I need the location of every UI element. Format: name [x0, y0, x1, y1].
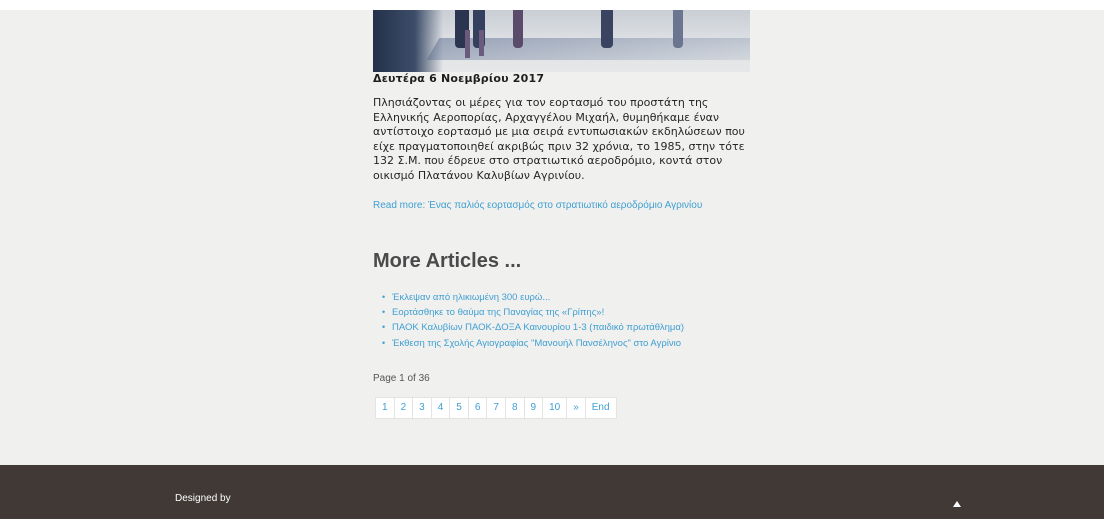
article-body: Πλησιάζοντας οι μέρες για τον εορτασμό τ…	[373, 96, 745, 182]
page-link-3[interactable]: 3	[413, 397, 432, 419]
list-item: • Έκλεψαν από ηλικιωμένη 300 ευρώ...	[382, 290, 684, 305]
designed-by-text: Designed by	[175, 493, 231, 504]
more-article-link[interactable]: ΠΑΟΚ Καλυβίων ΠΑΟΚ-ΔΟΞΑ Καινουρίου 1-3 (…	[392, 322, 684, 333]
image-figure	[601, 10, 613, 48]
page-link-10[interactable]: 10	[543, 397, 568, 419]
more-article-link[interactable]: Έκθεση της Σχολής Αγιογραφίας "Μανουήλ Π…	[392, 338, 681, 349]
caret-up-icon[interactable]	[952, 495, 962, 507]
image-shade	[373, 10, 443, 72]
bullet-icon: •	[382, 307, 386, 318]
more-article-link[interactable]: Εορτάσθηκε το θαύμα της Παναγίας της «Γρ…	[392, 307, 604, 318]
read-more-link[interactable]: Read more: Ένας παλιός εορτασμός στο στρ…	[373, 198, 743, 213]
top-strip	[0, 0, 1104, 10]
list-item: • Εορτάσθηκε το θαύμα της Παναγίας της «Γ…	[382, 305, 684, 320]
image-figure	[479, 30, 484, 56]
page-counter: Page 1 of 36	[373, 373, 430, 384]
more-article-link[interactable]: Έκλεψαν από ηλικιωμένη 300 ευρώ...	[392, 292, 550, 303]
list-item: • Έκθεση της Σχολής Αγιογραφίας "Μανουήλ …	[382, 336, 684, 351]
image-figure	[673, 10, 683, 48]
image-figure	[513, 10, 523, 48]
page-link-1[interactable]: 1	[375, 397, 395, 419]
pagination: 1 2 3 4 5 6 7 8 9 10 » End	[375, 397, 617, 419]
caret-up-icon-svg	[953, 501, 961, 507]
footer: Designed by	[0, 465, 1104, 519]
page-link-2[interactable]: 2	[394, 397, 414, 419]
end-page-button[interactable]: End	[585, 397, 617, 419]
article-image[interactable]	[373, 10, 750, 72]
bullet-icon: •	[382, 322, 386, 333]
bullet-icon: •	[382, 292, 386, 302]
list-item: • ΠΑΟΚ Καλυβίων ΠΑΟΚ-ΔΟΞΑ Καινουρίου 1-3 …	[382, 320, 684, 335]
more-articles-list: • Έκλεψαν από ηλικιωμένη 300 ευρώ... • Εορ…	[382, 290, 684, 351]
image-figure	[465, 30, 470, 58]
page-link-7[interactable]: 7	[487, 397, 506, 419]
page-link-8[interactable]: 8	[505, 397, 525, 419]
page-link-9[interactable]: 9	[524, 397, 544, 419]
page-link-5[interactable]: 5	[450, 397, 469, 419]
next-page-button[interactable]: »	[567, 397, 586, 419]
more-articles-heading: More Articles ...	[373, 250, 522, 272]
article-date: Δευτέρα 6 Νοεμβρίου 2017	[373, 72, 545, 85]
page-link-4[interactable]: 4	[431, 397, 451, 419]
page-link-6[interactable]: 6	[468, 397, 488, 419]
bullet-icon: •	[382, 337, 386, 348]
